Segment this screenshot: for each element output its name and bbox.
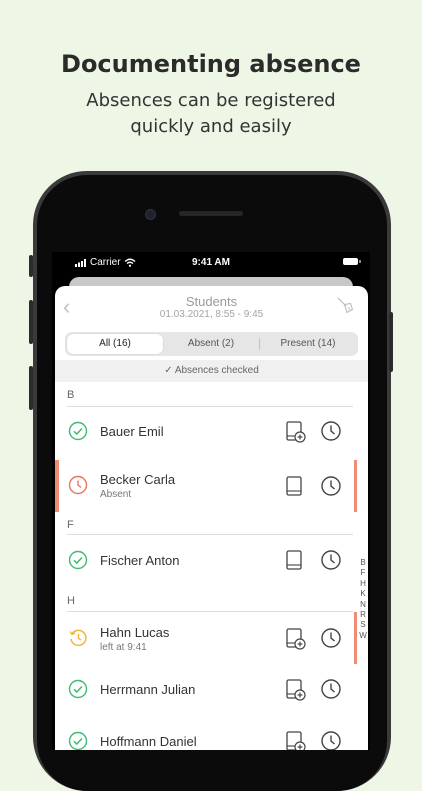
check-circle-icon[interactable] (68, 679, 88, 699)
student-row-hahn[interactable]: Hahn Lucas left at 9:41 (55, 619, 368, 659)
index-letter[interactable]: R (358, 610, 368, 620)
index-letter[interactable]: B (358, 558, 368, 568)
clock-icon[interactable] (320, 627, 342, 649)
history-clock-icon[interactable] (68, 628, 88, 648)
absences-checked-banner: ✓ Absences checked (55, 360, 368, 382)
tab-present[interactable]: Present (14) (260, 334, 356, 354)
clock-icon[interactable] (320, 475, 342, 497)
index-letter[interactable]: S (358, 620, 368, 630)
student-status-note: Absent (100, 489, 132, 500)
tab-absent[interactable]: Absent (2) (163, 334, 259, 354)
students-sheet: ‹ Students 01.03.2021, 8:55 - 9:45 All (… (55, 286, 368, 750)
nav-bar: ‹ Students 01.03.2021, 8:55 - 9:45 (55, 286, 368, 330)
book-plus-icon[interactable] (285, 678, 307, 702)
book-icon[interactable] (285, 549, 307, 573)
clock-icon[interactable] (320, 420, 342, 442)
section-header-h: H (67, 595, 75, 607)
check-circle-icon[interactable] (68, 731, 88, 750)
filter-segmented-control: All (16) Absent (2) Present (14) (65, 332, 358, 356)
tab-all[interactable]: All (16) (67, 334, 163, 354)
broom-icon[interactable] (336, 296, 354, 314)
clock-icon[interactable] (320, 678, 342, 700)
absent-clock-icon[interactable] (68, 475, 88, 495)
student-status-note: left at 9:41 (100, 642, 147, 653)
student-row-herrmann[interactable]: Herrmann Julian (55, 675, 368, 709)
student-row-becker[interactable]: Becker Carla Absent (55, 466, 368, 506)
index-letter[interactable]: K (358, 589, 368, 599)
book-plus-icon[interactable] (285, 420, 307, 444)
student-name: Herrmann Julian (100, 682, 196, 697)
book-plus-icon[interactable] (285, 627, 307, 651)
lesson-time: 01.03.2021, 8:55 - 9:45 (159, 309, 264, 320)
student-name: Bauer Emil (100, 424, 164, 439)
check-circle-icon[interactable] (68, 550, 88, 570)
clock-icon[interactable] (320, 730, 342, 750)
index-letter[interactable]: H (358, 579, 368, 589)
student-name: Hoffmann Daniel (100, 734, 197, 749)
battery-icon (343, 258, 361, 265)
student-name: Fischer Anton (100, 553, 180, 568)
phone-screen: Carrier 9:41 AM ‹ Students 01.03.2021, 8… (52, 252, 370, 750)
check-circle-icon[interactable] (68, 421, 88, 441)
index-letter[interactable]: W (358, 631, 368, 641)
alphabet-index[interactable]: B F H K N R S W (358, 558, 368, 641)
speaker-grille (179, 211, 243, 216)
section-header-f: F (67, 519, 74, 531)
book-plus-icon[interactable] (285, 730, 307, 750)
index-letter[interactable]: N (358, 600, 368, 610)
promo-headline: Documenting absence (61, 50, 361, 78)
clock-label: 9:41 AM (192, 257, 230, 268)
index-letter[interactable]: F (358, 568, 368, 578)
clock-icon[interactable] (320, 549, 342, 571)
student-row-bauer[interactable]: Bauer Emil (55, 417, 368, 451)
section-header-b: B (67, 389, 75, 401)
front-camera (145, 209, 156, 220)
student-row-hoffmann[interactable]: Hoffmann Daniel (55, 727, 368, 750)
status-bar: Carrier 9:41 AM (52, 252, 370, 274)
student-row-fischer[interactable]: Fischer Anton (55, 546, 368, 580)
student-name: Hahn Lucas (100, 625, 170, 640)
page-title: Students (185, 294, 238, 309)
book-icon[interactable] (285, 475, 307, 499)
student-name: Becker Carla (100, 472, 176, 487)
promo-subline: Absences can be registered quickly and e… (86, 90, 336, 137)
